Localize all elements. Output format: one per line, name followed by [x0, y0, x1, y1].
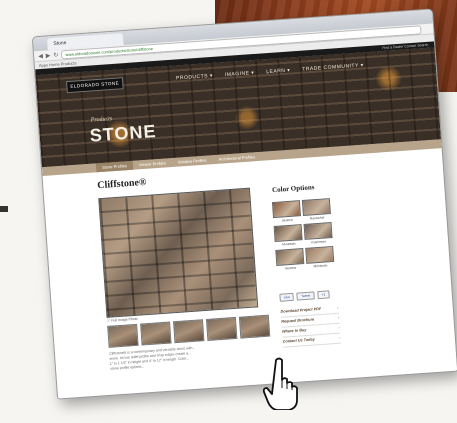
thumbnail[interactable] — [238, 314, 271, 339]
swatch-item[interactable]: Mountain — [273, 224, 303, 247]
photo-caption[interactable]: ⓘ Full Image Photo — [107, 317, 138, 324]
product-photo[interactable] — [98, 187, 259, 318]
chevron-right-icon: › — [337, 315, 340, 320]
color-options-heading: Color Options — [271, 183, 315, 195]
tweet-button[interactable]: Tweet — [296, 291, 315, 301]
color-swatch[interactable] — [273, 224, 303, 243]
chevron-right-icon: › — [337, 305, 339, 310]
color-swatch[interactable] — [271, 200, 301, 219]
facebook-like-button[interactable]: Like — [279, 292, 295, 302]
back-icon[interactable]: ◀ — [38, 52, 43, 59]
browser-window: Stone ◀ ▶ ↻ www.eldoradostone.com/produc… — [31, 8, 457, 400]
reload-icon[interactable]: ↻ — [53, 51, 58, 58]
thumbnail[interactable] — [173, 319, 205, 344]
color-swatch-grid: Sedona Nantucket Mountain Rushmore Sedon… — [271, 198, 335, 271]
forward-icon[interactable]: ▶ — [46, 52, 51, 59]
chevron-right-icon: › — [339, 335, 341, 340]
web-page: Find a Dealer Contact Search ELDORADO ST… — [35, 41, 457, 399]
swatch-item[interactable]: Nantucket — [301, 198, 331, 221]
side-marker — [0, 206, 8, 212]
chevron-right-icon: › — [338, 325, 340, 330]
plus-one-button[interactable]: +1 — [317, 290, 330, 300]
thumbnail[interactable] — [107, 323, 139, 348]
swatch-item[interactable]: Montecito — [305, 245, 335, 269]
color-swatch[interactable] — [275, 248, 305, 266]
hand-pointer-icon — [262, 357, 298, 410]
swatch-item[interactable]: Sedona — [271, 200, 301, 223]
product-content: Cliffstone® ⓘ Full Image Photo Cliffston… — [43, 148, 457, 395]
color-swatch[interactable] — [305, 245, 335, 264]
sidebar-links: Download Project PDF › Request Brochure › … — [280, 303, 341, 348]
thumbnail[interactable] — [140, 321, 172, 346]
color-swatch[interactable] — [303, 222, 333, 240]
swatch-item[interactable]: Sedona — [275, 248, 305, 271]
color-swatch[interactable] — [301, 198, 331, 216]
thumbnail[interactable] — [205, 316, 238, 341]
swatch-item[interactable]: Rushmore — [303, 222, 333, 245]
social-buttons: Like Tweet +1 — [279, 290, 330, 302]
product-title: Cliffstone® — [96, 176, 147, 192]
